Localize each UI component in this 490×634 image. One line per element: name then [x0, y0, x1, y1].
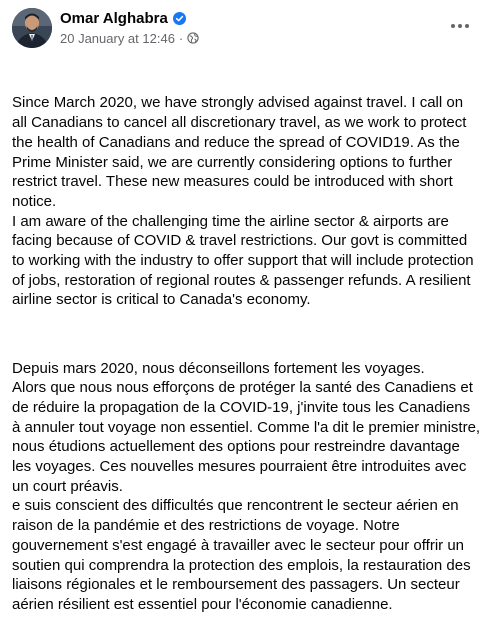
post-body: Since March 2020, we have strongly advis… — [12, 54, 482, 634]
post-paragraph-french: Depuis mars 2020, nous déconseillons for… — [12, 359, 481, 613]
author-line: Omar Alghabra — [60, 9, 199, 27]
post-paragraph-english: Since March 2020, we have strongly advis… — [12, 94, 474, 309]
author-block: Omar Alghabra 20 January at 12:46 · — [60, 9, 199, 47]
post-timestamp[interactable]: 20 January at 12:46 — [60, 31, 175, 46]
meta-separator: · — [178, 30, 184, 46]
more-options-icon — [451, 24, 469, 28]
avatar[interactable] — [12, 8, 52, 48]
more-options-button[interactable] — [442, 10, 478, 42]
verified-badge-icon — [172, 11, 186, 25]
post-header: Omar Alghabra 20 January at 12:46 · — [12, 8, 478, 48]
author-name[interactable]: Omar Alghabra — [60, 10, 168, 27]
globe-icon[interactable] — [187, 32, 199, 44]
profile-photo — [12, 8, 52, 48]
post-meta: 20 January at 12:46 · — [60, 29, 199, 47]
